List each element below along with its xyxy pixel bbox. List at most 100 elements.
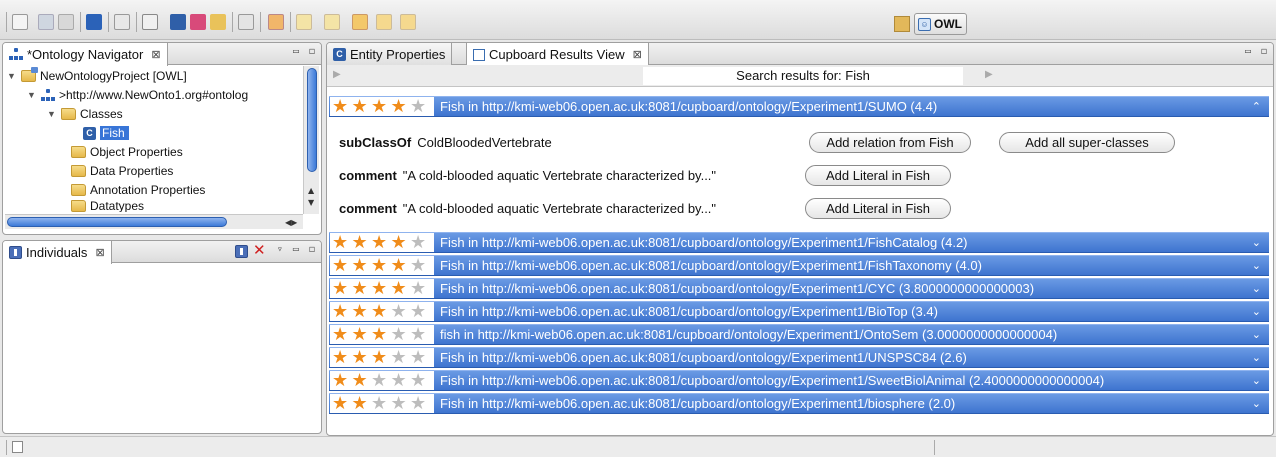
expand-icon[interactable]: ⌄ [1252, 236, 1261, 249]
rating-stars: ★ ★ ★ ★ ★ [330, 97, 434, 116]
tree-item-ontology[interactable]: ▼ >http://www.NewOnto1.org#ontolog [27, 86, 248, 104]
run-icon[interactable] [238, 14, 254, 30]
tree-item-classes[interactable]: ▼ Classes [47, 105, 123, 123]
back-icon[interactable] [376, 14, 392, 30]
result-item[interactable]: ★ ★ ★ ★ ★ Fish in http://kmi-web06.open.ac.u… [329, 393, 1269, 414]
fast-view-icon[interactable] [12, 441, 23, 453]
star-empty-icon: ★ [371, 392, 388, 414]
tree-item-label: NewOntologyProject [OWL] [40, 69, 187, 83]
star-filled-icon: ★ [371, 277, 388, 299]
result-item[interactable]: ★ ★ ★ ★ ★ Fish in http://kmi-web06.open.ac.u… [329, 301, 1269, 322]
star-filled-icon: ★ [351, 231, 368, 253]
save-icon[interactable] [38, 14, 54, 30]
tree-item-object-properties[interactable]: Object Properties [71, 143, 183, 161]
expand-arrow-icon[interactable]: ▼ [47, 109, 57, 119]
add-super-classes-button[interactable]: Add all super-classes [999, 132, 1175, 153]
window-controls[interactable]: ▭ ◻ [293, 46, 317, 57]
last-edit-icon[interactable] [352, 14, 368, 30]
result-title: Fish in http://kmi-web06.open.ac.uk:8081… [440, 99, 938, 114]
detail-value: "A cold-blooded aquatic Vertebrate chara… [402, 200, 717, 216]
previous-annotation-icon[interactable] [324, 14, 340, 30]
new-icon[interactable] [12, 14, 28, 30]
window-controls[interactable]: ▿ ▭ ◻ [277, 244, 317, 255]
calendar-icon[interactable] [142, 14, 158, 30]
ontology-icon [9, 48, 23, 61]
tab-entity-properties[interactable]: C Entity Properties [327, 43, 453, 65]
tab-ontology-navigator[interactable]: *Ontology Navigator ⊠ [3, 43, 168, 66]
result-item[interactable]: ★ ★ ★ ★ ★ Fish in http://kmi-web06.open.ac.u… [329, 255, 1269, 276]
class-icon[interactable] [170, 14, 186, 30]
star-empty-icon: ★ [410, 323, 427, 345]
star-filled-icon: ★ [351, 346, 368, 368]
hierarchy-icon[interactable] [114, 14, 130, 30]
expand-icon[interactable]: ⌄ [1252, 305, 1261, 318]
tree-item-label: Data Properties [90, 164, 174, 178]
close-icon[interactable]: ⊠ [151, 48, 160, 61]
tree-item-data-properties[interactable]: Data Properties [71, 162, 173, 180]
ontology-icon[interactable] [86, 14, 102, 30]
property-icon[interactable] [190, 14, 206, 30]
forward-icon[interactable] [400, 14, 416, 30]
print-icon[interactable] [58, 14, 74, 30]
expand-arrow-icon[interactable]: ▼ [27, 90, 37, 100]
result-item[interactable]: ★ ★ ★ ★ ★ Fish in http://kmi-web06.open.ac.u… [329, 232, 1269, 253]
scroll-up-icon[interactable]: ▲ [308, 186, 314, 195]
window-controls[interactable]: ▭ ◻ [1245, 46, 1269, 57]
scroll-left-right-icon[interactable]: ◀▶ [285, 218, 297, 227]
star-empty-icon: ★ [371, 369, 388, 391]
star-filled-icon: ★ [332, 231, 349, 253]
expand-icon[interactable]: ⌄ [1252, 259, 1261, 272]
search-forward-icon[interactable]: ▶ [985, 69, 993, 80]
tree-item-project[interactable]: ▼ NewOntologyProject [OWL] [7, 67, 187, 85]
toolbar-separator [290, 12, 291, 32]
result-item[interactable]: ★ ★ ★ ★ ★ Fish in http://kmi-web06.open.ac.u… [329, 370, 1269, 391]
search-back-icon[interactable]: ▶ [333, 69, 341, 80]
result-item[interactable]: ★ ★ ★ ★ ★ Fish in http://kmi-web06.open.ac.u… [329, 347, 1269, 368]
collapse-icon[interactable]: ⌃ [1252, 100, 1261, 113]
result-title: Fish in http://kmi-web06.open.ac.uk:8081… [440, 281, 1035, 296]
expand-arrow-icon[interactable]: ▼ [7, 71, 17, 81]
class-icon: C [333, 47, 346, 61]
toolbar-separator [232, 12, 233, 32]
tree-item-annotation-properties[interactable]: Annotation Properties [71, 181, 205, 199]
open-perspective-icon[interactable] [894, 16, 910, 32]
add-relation-button[interactable]: Add relation from Fish [809, 132, 971, 153]
folder-icon [71, 165, 86, 177]
scroll-thumb[interactable] [7, 217, 227, 227]
expand-icon[interactable]: ⌄ [1252, 282, 1261, 295]
result-item-expanded[interactable]: ★ ★ ★ ★ ★ Fish in http://kmi-web06.open.ac.u… [329, 96, 1269, 117]
add-literal-button[interactable]: Add Literal in Fish [805, 165, 951, 186]
ontology-icon [41, 88, 55, 102]
add-literal-button[interactable]: Add Literal in Fish [805, 198, 951, 219]
expand-icon[interactable]: ⌄ [1252, 374, 1261, 387]
result-detail: subClassOf ColdBloodedVertebrate Add rel… [329, 119, 1269, 227]
owl-perspective-button[interactable]: ☺ OWL [914, 13, 967, 35]
scroll-down-icon[interactable]: ▼ [308, 198, 314, 207]
tab-label: Entity Properties [350, 46, 446, 62]
scroll-thumb[interactable] [307, 68, 317, 172]
datatype-icon[interactable] [210, 14, 226, 30]
project-icon [21, 67, 38, 82]
tab-cupboard-results-view[interactable]: Cupboard Results View ⊠ [466, 43, 649, 66]
star-filled-icon: ★ [351, 323, 368, 345]
tree-item-datatypes[interactable]: Datatypes [71, 200, 144, 212]
result-item[interactable]: ★ ★ ★ ★ ★ Fish in http://kmi-web06.open.ac.u… [329, 278, 1269, 299]
delete-individual-icon[interactable]: ✕ [253, 242, 266, 258]
tree-item-label: Classes [80, 107, 123, 121]
horizontal-scrollbar[interactable]: ◀▶ [5, 214, 303, 229]
add-individual-icon[interactable] [235, 245, 248, 258]
tree-item-fish[interactable]: C Fish [83, 124, 129, 142]
close-icon[interactable]: ⊠ [633, 48, 642, 61]
next-annotation-icon[interactable] [296, 14, 312, 30]
search-results-field[interactable]: Search results for: Fish [643, 67, 963, 85]
tab-individuals[interactable]: Individuals ⊠ [3, 241, 112, 264]
close-icon[interactable]: ⊠ [95, 246, 104, 259]
edit-icon[interactable] [268, 14, 284, 30]
tree-item-label: Object Properties [90, 145, 183, 159]
result-item[interactable]: ★ ★ ★ ★ ★ fish in http://kmi-web06.open.ac.u… [329, 324, 1269, 345]
expand-icon[interactable]: ⌄ [1252, 397, 1261, 410]
detail-row: comment "A cold-blooded aquatic Vertebra… [339, 197, 716, 219]
vertical-scrollbar[interactable]: ▲ ▼ [303, 66, 319, 214]
expand-icon[interactable]: ⌄ [1252, 328, 1261, 341]
expand-icon[interactable]: ⌄ [1252, 351, 1261, 364]
